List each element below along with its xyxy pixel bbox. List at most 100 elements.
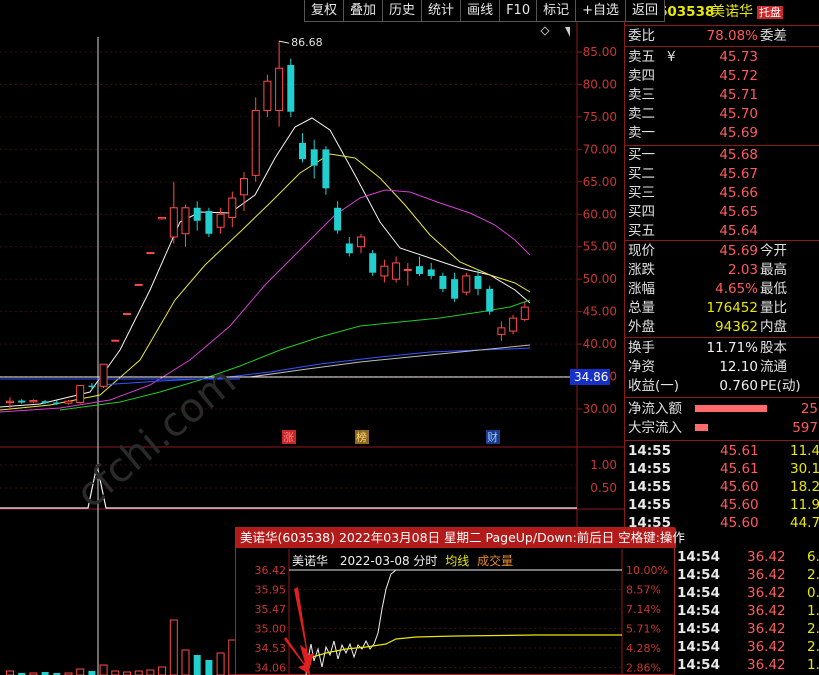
buy-level-row: 买二 45.67	[625, 165, 819, 183]
popup-right-axis-label: 8.57%	[626, 584, 661, 597]
sell-level-label: 卖四	[628, 68, 655, 84]
watermark: cfchi.com	[68, 358, 245, 517]
popup-tick-volume: 2.	[807, 621, 819, 637]
price-axis-label: 75.00	[583, 110, 617, 124]
candle-body	[474, 275, 482, 289]
popup-left-axis-label: 36.42	[255, 564, 287, 577]
popup-right-axis-label: 10.00%	[626, 564, 668, 577]
volume-bar	[134, 670, 143, 675]
price-axis-label: 55.00	[583, 240, 617, 254]
popup-tick-time: 14:54	[677, 657, 720, 673]
corner-icon[interactable]	[565, 27, 570, 37]
event-marker-zhang-label: 涨	[283, 431, 294, 444]
tick-time: 14:55	[628, 497, 671, 513]
price-axis-label: 85.00	[583, 45, 617, 59]
intraday-popup[interactable]: 美诺华(603538) 2022年03月08日 星期二 PageUp/Down:…	[235, 527, 685, 675]
popup-tick-time: 14:54	[677, 567, 720, 583]
candle-body	[310, 149, 318, 166]
candle-body	[427, 269, 435, 276]
volume-bar	[99, 664, 108, 675]
quote-stat-label2: PE(动)	[760, 378, 801, 394]
ma10-line	[0, 153, 531, 411]
volume-bar	[146, 669, 155, 675]
max-pointer	[279, 40, 290, 44]
fuquan-button[interactable]: 复权	[304, 0, 345, 22]
diamond-icon[interactable]	[540, 26, 550, 36]
event-marker-bang-label: 榜	[356, 430, 367, 444]
price-axis-label: 40.00	[583, 337, 617, 351]
candle-body	[18, 400, 26, 403]
back-button[interactable]: 返回	[625, 0, 666, 22]
candle-body	[486, 288, 494, 312]
popup-tick-price: 36.42	[747, 585, 786, 601]
popup-right-axis-label: 7.14%	[626, 603, 661, 616]
sell-level-row: 卖五 ¥45.73	[625, 48, 819, 66]
f10-button[interactable]: F10	[499, 0, 538, 22]
quote-stat-row: 外盘 94362 内盘	[625, 318, 819, 336]
popup-tick-price: 36.42	[747, 639, 786, 655]
sell-level-row: 卖四 45.72	[625, 67, 819, 85]
candle-body	[193, 207, 201, 221]
candle-body	[146, 252, 155, 255]
quote-stat-label: 收益(一)	[628, 378, 680, 394]
quote-stat-row: 收益(一) 0.760 PE(动)	[625, 377, 819, 395]
tick-row: 14:55 45.61 30.1	[625, 460, 819, 478]
volume-bar	[88, 671, 96, 675]
candle-body	[76, 385, 85, 404]
money-flow-value: 597	[792, 420, 818, 436]
candle-body	[158, 217, 167, 220]
candle-body	[403, 268, 412, 271]
sell-level-label: 卖一	[628, 125, 655, 141]
quote-stat-label2: 内盘	[760, 319, 787, 335]
history-button[interactable]: 历史	[382, 0, 423, 22]
popup-tick-price: 36.42	[747, 657, 786, 673]
quote-stat-label: 现价	[628, 243, 655, 259]
quote-stat-row: 总量 176452 量比	[625, 299, 819, 317]
sell-level-row: 卖二 45.70	[625, 105, 819, 123]
intraday-chart[interactable]: 36.42 10.00% 35.95 8.57% 35.47 7.14% 35.00 5.71…	[236, 549, 674, 675]
tick-row: 14:55 45.60 18.2	[625, 478, 819, 496]
popup-title-bar[interactable]: 美诺华(603538) 2022年03月08日 星期二 PageUp/Down:…	[236, 528, 685, 548]
tick-volume: 18.2	[790, 479, 819, 495]
popup-left-axis-label: 35.00	[255, 623, 287, 636]
popup-tick-row: 14:54 36.42 1.	[675, 602, 819, 620]
popup-tick-row: 14:54 36.42 0.	[675, 584, 819, 602]
popup-tick-volume: 6.	[807, 549, 819, 565]
candle-body	[392, 262, 401, 280]
candle-body	[462, 275, 471, 293]
price-axis-label: 70.00	[583, 142, 617, 156]
tick-volume: 11.4	[790, 443, 819, 459]
volume-bar	[205, 660, 213, 675]
draw-line-button[interactable]: 画线	[460, 0, 501, 22]
candle-body	[334, 207, 342, 231]
current-price-tag-label: 34.86	[574, 370, 608, 384]
candle-body	[99, 363, 108, 387]
quote-stat-row: 涨幅 4.65% 最低	[625, 280, 819, 298]
sell-level-price: 45.69	[719, 125, 758, 141]
candle-body	[64, 400, 73, 404]
candle-body	[451, 279, 459, 299]
tick-volume: 30.1	[790, 461, 819, 477]
quote-stat-label: 涨跌	[628, 262, 655, 278]
statistics-button[interactable]: 统计	[421, 0, 462, 22]
yuan-mark: ¥	[667, 49, 676, 65]
price-axis-label: 60.00	[583, 207, 617, 221]
mark-button[interactable]: 标记	[536, 0, 577, 22]
buy-level-price: 45.68	[719, 147, 758, 163]
candle-body	[111, 339, 120, 342]
sell-level-label: 卖三	[628, 87, 655, 103]
overlay-button[interactable]: 叠加	[343, 0, 384, 22]
candle-body	[275, 67, 284, 111]
candle-body	[369, 253, 377, 273]
money-flow-bar	[695, 424, 708, 431]
candle-body	[416, 266, 423, 274]
quote-stat-label2: 今开	[760, 243, 787, 259]
quote-stat-label: 净资	[628, 359, 655, 375]
add-watchlist-button[interactable]: +自选	[575, 0, 627, 22]
tuopan-badge[interactable]: 托盘	[757, 6, 783, 19]
volume-bar	[169, 619, 178, 675]
sell-level-price: 45.72	[719, 68, 758, 84]
candle-body	[439, 275, 447, 289]
sell-level-row: 卖一 45.69	[625, 124, 819, 142]
candle-body	[41, 401, 49, 404]
